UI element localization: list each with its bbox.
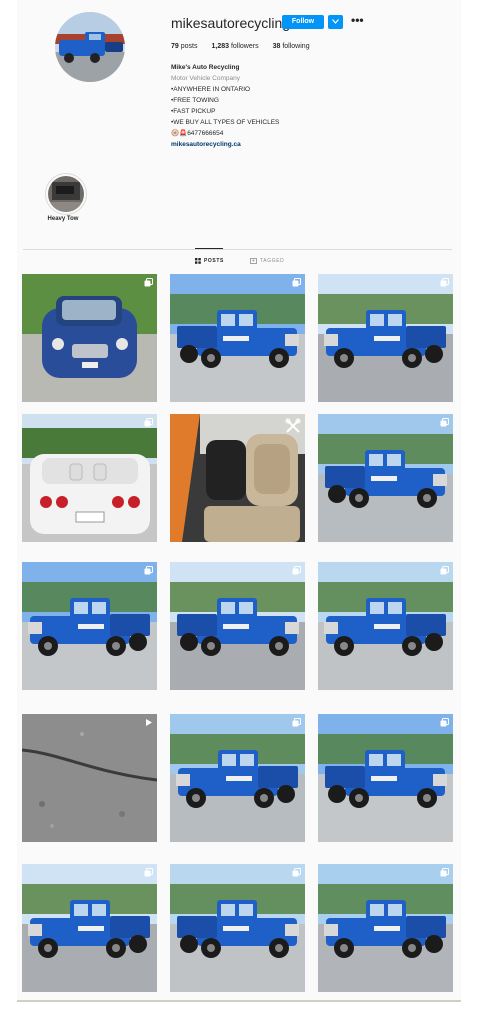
post-tile-blue-tow-truck[interactable] bbox=[170, 714, 305, 842]
tab-tagged-label: TAGGED bbox=[260, 258, 285, 264]
grid-icon bbox=[195, 258, 201, 264]
bio-line: •ANYWHERE IN ONTARIO bbox=[171, 86, 251, 93]
bio-line: •WE BUY ALL TYPES OF VEHICLES bbox=[171, 119, 280, 126]
tow-emoji-icons: 🛞🚨 bbox=[171, 130, 188, 137]
post-tile-blue-tow-truck[interactable] bbox=[318, 562, 453, 690]
followers-count: 1,283 bbox=[211, 43, 230, 50]
post-tile-blue-tow-truck[interactable] bbox=[22, 562, 157, 690]
bio-line: •FAST PICKUP bbox=[171, 108, 216, 115]
suggested-accounts-button[interactable] bbox=[328, 15, 343, 29]
multiple-photos-icon bbox=[144, 418, 153, 427]
posts-label: posts bbox=[180, 43, 198, 50]
post-tile-blue-tow-truck[interactable] bbox=[170, 562, 305, 690]
multiple-photos-icon bbox=[440, 566, 449, 575]
multiple-photos-icon bbox=[144, 278, 153, 287]
bio-line: •FREE TOWING bbox=[171, 97, 219, 104]
tabs-divider bbox=[23, 249, 452, 250]
bio-phone: 6477666654 bbox=[187, 130, 224, 137]
follow-button[interactable]: Follow bbox=[282, 15, 324, 29]
post-tile-blue-tow-truck[interactable] bbox=[318, 274, 453, 402]
video-icon bbox=[146, 719, 152, 726]
bio-name: Mike's Auto Recycling bbox=[171, 64, 240, 71]
multiple-photos-icon bbox=[440, 868, 449, 877]
post-tile-blue-tow-truck[interactable] bbox=[318, 864, 453, 992]
multiple-photos-icon bbox=[440, 278, 449, 287]
highlight-cover bbox=[48, 176, 84, 212]
post-tile-blue-mini-cooper[interactable] bbox=[22, 274, 157, 402]
multiple-photos-icon bbox=[144, 566, 153, 575]
more-options-icon[interactable]: ••• bbox=[351, 13, 364, 27]
tagged-icon bbox=[250, 258, 257, 264]
bio-category: Motor Vehicle Company bbox=[171, 75, 241, 82]
profile-stats: 79 posts 1,283 followers 38 following bbox=[171, 43, 310, 50]
tab-posts[interactable]: POSTS bbox=[195, 258, 224, 264]
chevron-down-icon bbox=[332, 19, 339, 24]
multiple-photos-icon bbox=[292, 566, 301, 575]
followers-stat[interactable]: 1,283 followers bbox=[211, 43, 258, 50]
multiple-photos-icon bbox=[292, 868, 301, 877]
tab-tagged[interactable]: TAGGED bbox=[250, 258, 284, 264]
multiple-photos-icon bbox=[292, 718, 301, 727]
post-tile-car-interior-seats[interactable] bbox=[170, 414, 305, 542]
post-tile-white-corvette[interactable] bbox=[22, 414, 157, 542]
following-count: 38 bbox=[272, 43, 281, 50]
highlight-label: Heavy Tow bbox=[47, 216, 79, 222]
bio-website-link[interactable]: mikesautorecycling.ca bbox=[171, 139, 371, 150]
profile-username: mikesautorecycling bbox=[171, 15, 291, 31]
post-tile-blue-tow-truck[interactable] bbox=[318, 714, 453, 842]
posts-stat[interactable]: 79 posts bbox=[171, 43, 197, 50]
post-tile-blue-tow-truck[interactable] bbox=[170, 274, 305, 402]
following-stat[interactable]: 38 following bbox=[273, 43, 310, 50]
multiple-photos-icon bbox=[144, 868, 153, 877]
profile-bio: Mike's Auto Recycling Motor Vehicle Comp… bbox=[171, 62, 371, 150]
following-label: following bbox=[282, 43, 310, 50]
active-tab-indicator bbox=[195, 248, 223, 249]
profile-avatar[interactable] bbox=[55, 12, 125, 82]
tools-icon bbox=[285, 418, 301, 433]
multiple-photos-icon bbox=[440, 418, 449, 427]
footer-divider bbox=[17, 1000, 461, 1002]
tab-posts-label: POSTS bbox=[204, 258, 224, 264]
multiple-photos-icon bbox=[440, 718, 449, 727]
bio-phone-line: 🛞🚨6477666654 bbox=[171, 128, 371, 139]
post-tile-blue-tow-truck[interactable] bbox=[318, 414, 453, 542]
posts-count: 79 bbox=[171, 43, 179, 50]
post-tile-asphalt-road[interactable] bbox=[22, 714, 157, 842]
multiple-photos-icon bbox=[292, 278, 301, 287]
followers-label: followers bbox=[230, 43, 259, 50]
post-tile-blue-tow-truck[interactable] bbox=[22, 864, 157, 992]
post-tile-blue-tow-truck[interactable] bbox=[170, 864, 305, 992]
story-highlight[interactable] bbox=[45, 173, 87, 215]
